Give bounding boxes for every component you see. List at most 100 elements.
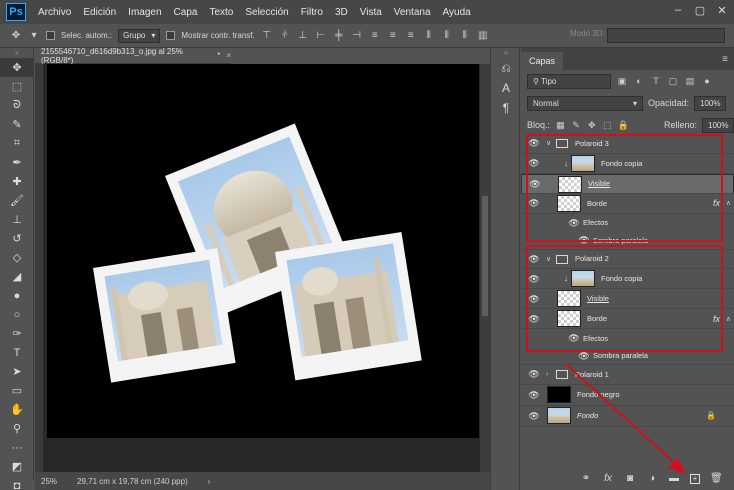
eyedropper-tool-icon[interactable]: ✒ [0,153,34,172]
move-tool-icon[interactable]: ✥ [10,30,22,42]
tab-capas[interactable]: Capas [521,52,564,70]
panel-menu-icon[interactable]: ≡ [722,54,728,65]
eye-icon[interactable]: 👁 [528,158,540,168]
transform-controls-checkbox[interactable] [166,31,176,40]
layer-group-polaroid-3[interactable]: 👁 ∨ Polaroid 3 [521,134,734,154]
layer-fondo-copia-2[interactable]: 👁 ↓ Fondo copia [521,269,734,290]
eye-icon[interactable]: 👁 [528,294,540,304]
eraser-tool-icon[interactable]: ◇ [0,248,34,267]
effects-row-3[interactable]: 👁 Efectos [521,214,734,232]
close-tab-icon[interactable]: × [226,51,231,60]
crop-tool-icon[interactable]: ⌗ [0,134,34,153]
filter-shape-icon[interactable]: ▢ [667,75,679,87]
layer-fondo-copia-3[interactable]: 👁 ↓ Fondo copia [521,154,734,174]
tool-preset-dropdown-icon[interactable]: ▾ [28,30,40,42]
eye-icon[interactable]: 👁 [528,274,540,284]
menu-texto[interactable]: Texto [203,7,239,18]
minimize-icon[interactable]: – [668,2,688,18]
align-bottom-icon[interactable]: ⊥ [297,30,309,42]
chevron-down-icon[interactable]: ∨ [546,255,551,263]
auto-select-dropdown[interactable]: Grupo ▾ [118,28,161,43]
fx-icon[interactable]: fx [713,314,720,324]
menu-3d[interactable]: 3D [329,7,354,18]
menu-ventana[interactable]: Ventana [388,7,437,18]
healing-brush-tool-icon[interactable]: ✚ [0,172,34,191]
lock-artboard-icon[interactable]: ⬚ [602,119,613,131]
toolbox-collapse-icon[interactable]: » [0,48,34,58]
chevron-right-icon[interactable]: › [546,371,548,378]
history-brush-tool-icon[interactable]: ↺ [0,229,34,248]
quick-mask-icon[interactable]: ◘ [0,476,34,490]
layer-visible-2[interactable]: 👁 Visible [521,289,734,310]
filter-pixel-icon[interactable]: ▣ [616,75,628,87]
filter-type-icon[interactable]: T [650,75,662,87]
chevron-up-icon[interactable]: ∧ [726,315,731,323]
hand-tool-icon[interactable]: ✋ [0,400,34,419]
eye-icon[interactable]: 👁 [529,179,541,189]
lock-pixels-icon[interactable]: ✎ [571,119,582,131]
marquee-tool-icon[interactable]: ⬚ [0,77,34,96]
layer-borde-2[interactable]: 👁 Borde fx ∧ [521,309,734,330]
eye-icon[interactable]: 👁 [528,411,540,421]
chevron-down-icon[interactable]: ∨ [546,139,551,147]
menu-capa[interactable]: Capa [168,7,204,18]
canvas[interactable] [47,64,479,438]
align-top-icon[interactable]: ⊤ [261,30,273,42]
layer-group-polaroid-2[interactable]: 👁 ∨ Polaroid 2 [521,250,734,270]
close-window-icon[interactable]: ✕ [712,2,732,18]
zoom-tool-icon[interactable]: ⚲ [0,419,34,438]
type-tool-icon[interactable]: T [0,343,34,362]
paragraph-panel-icon[interactable]: ¶ [491,98,521,118]
eye-icon[interactable]: 👁 [568,218,580,228]
eye-icon[interactable]: 👁 [528,198,540,208]
trash-icon[interactable]: 🗑 [710,473,723,485]
menu-imagen[interactable]: Imagen [122,7,167,18]
distribute-left-icon[interactable]: ⦀ [423,30,435,42]
fill-field[interactable]: 100% [702,117,734,133]
layer-borde-3[interactable]: 👁 Borde fx ∧ [521,194,734,214]
zoom-level[interactable]: 25% [41,477,57,486]
eye-icon[interactable]: 👁 [528,254,540,264]
fx-icon[interactable]: fx [713,198,720,208]
mode-3d-field[interactable] [607,28,725,43]
auto-select-checkbox[interactable] [46,31,55,40]
eye-icon[interactable]: 👁 [528,138,540,148]
menu-archivo[interactable]: Archivo [32,7,77,18]
maximize-icon[interactable]: ▢ [690,2,710,18]
blur-tool-icon[interactable]: ● [0,286,34,305]
dock-collapse-icon[interactable]: « [491,48,521,58]
filter-toggle-icon[interactable]: ● [701,75,713,87]
lock-all-icon[interactable]: 🔒 [618,119,629,131]
align-hcenter-icon[interactable]: ╪ [333,30,345,42]
more-tools-icon[interactable]: ··· [0,438,34,457]
lock-transparent-icon[interactable]: ▦ [555,119,566,131]
quick-selection-tool-icon[interactable]: ✎ [0,115,34,134]
layer-visible-3[interactable]: 👁 Visible [521,173,734,194]
lasso-tool-icon[interactable]: ᘐ [0,96,34,115]
character-panel-icon[interactable]: A [491,78,521,98]
scrollbar-thumb[interactable] [482,196,488,316]
brush-tool-icon[interactable]: 🖌 [0,191,34,210]
lock-position-icon[interactable]: ✥ [586,119,597,131]
filter-kind-dropdown[interactable]: ⚲ Tipo [527,73,611,89]
eye-icon[interactable]: 👁 [528,369,540,379]
lock-icon[interactable]: 🔒 [706,411,716,420]
paint-bucket-tool-icon[interactable]: ◢ [0,267,34,286]
align-right-icon[interactable]: ⊣ [351,30,363,42]
distribute-right-icon[interactable]: ⦀ [459,30,471,42]
eye-icon[interactable]: 👁 [578,235,590,245]
document-tab[interactable]: 2155546710_d616d9b313_o.jpg al 25% (RGB/… [35,47,231,65]
distribute-top-icon[interactable]: ≡ [369,30,381,42]
auto-align-icon[interactable]: ▥ [477,30,489,42]
distribute-bottom-icon[interactable]: ≡ [405,30,417,42]
filter-adjustment-icon[interactable]: ◐ [633,75,645,87]
clone-stamp-tool-icon[interactable]: ⊥ [0,210,34,229]
eye-icon[interactable]: 👁 [568,333,580,343]
menu-edicion[interactable]: Edición [77,7,122,18]
effects-row-2[interactable]: 👁 Efectos [521,329,734,347]
blend-mode-dropdown[interactable]: Normal ▾ [527,95,643,111]
status-menu-icon[interactable]: › [208,477,211,486]
align-left-icon[interactable]: ⊢ [315,30,327,42]
chevron-up-icon[interactable]: ∧ [726,199,731,207]
opacity-field[interactable]: 100% [694,95,727,111]
